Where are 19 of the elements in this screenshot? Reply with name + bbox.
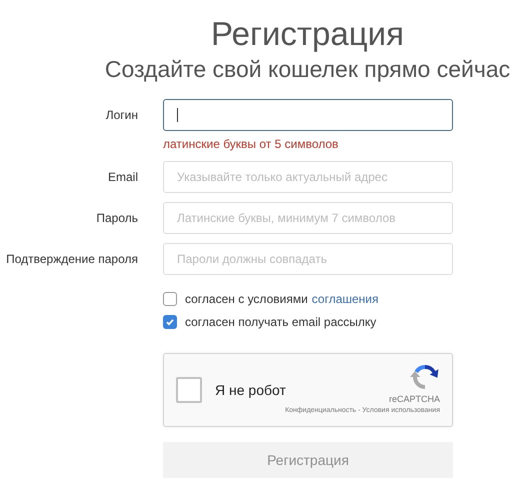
checkbox[interactable] [163,315,177,329]
text-cursor [177,108,178,122]
captcha-label: Я не робот [215,382,286,398]
checkbox[interactable] [163,292,177,306]
agreement-link[interactable]: соглашения [312,292,379,306]
captcha-brand: reCAPTCHA [388,394,440,404]
checkmark-icon [165,317,175,327]
page-subtitle: Создайте свой кошелек прямо сейчас [104,55,510,84]
field-label: Пароль [95,210,138,227]
input-field[interactable] [163,99,453,131]
field-label: Email [106,169,138,186]
field-label: Логин [104,107,138,124]
checkbox-label: согласен с условиями соглашения [185,292,379,306]
captcha-checkbox[interactable] [176,377,202,403]
page-title: Регистрация [211,14,404,54]
checkbox-label: согласен получать email рассылку [185,315,376,329]
field-label: Подтверждение пароля [5,251,138,268]
recaptcha-logo-icon [410,362,440,392]
validation-hint: латинские буквы от 5 символов [163,137,340,151]
